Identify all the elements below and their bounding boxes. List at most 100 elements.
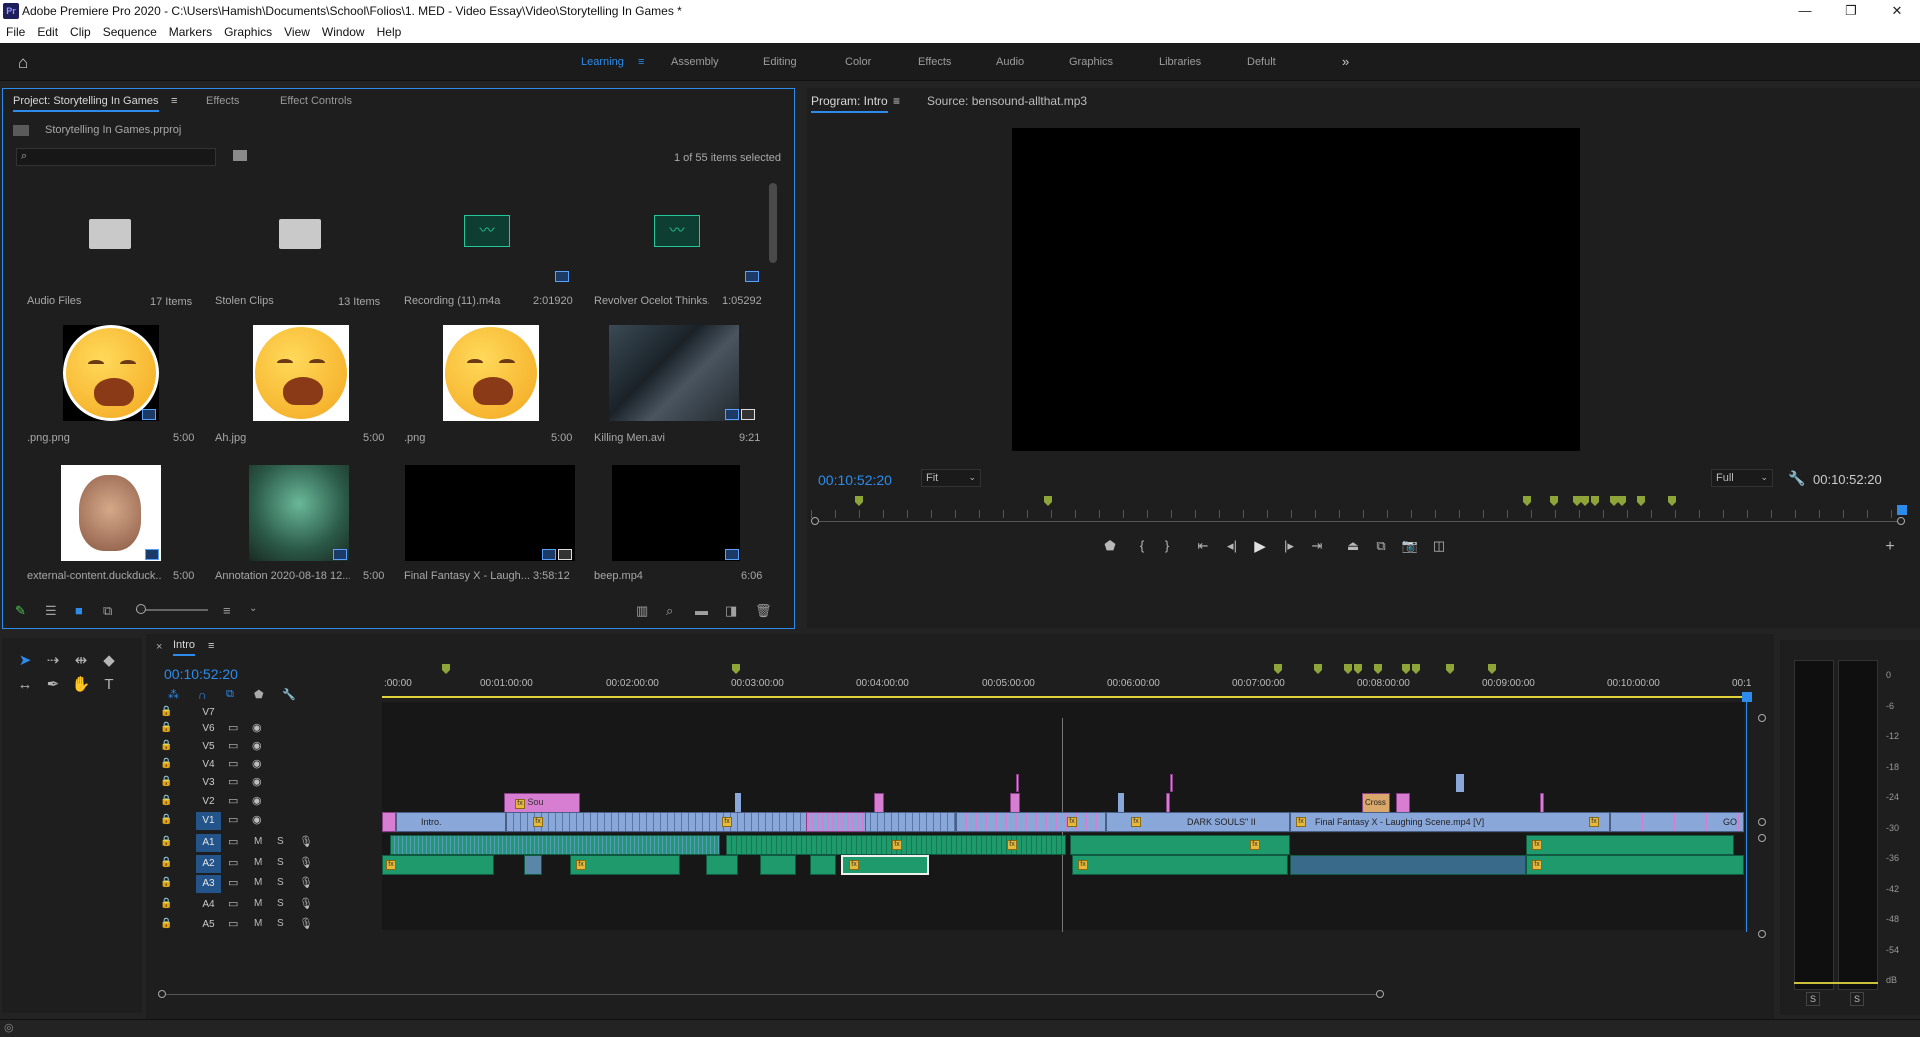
icon-view-icon[interactable]: ■	[75, 603, 83, 618]
lock-icon[interactable]: 🔒	[160, 758, 172, 769]
timeline-clip[interactable]: fx Sou	[504, 793, 580, 813]
track-label[interactable]: V5	[196, 738, 221, 756]
timeline-timecode[interactable]: 00:10:52:20	[164, 666, 238, 682]
marker[interactable]	[1274, 664, 1282, 674]
timeline-clip[interactable]	[735, 793, 741, 813]
lift-icon[interactable]: ⏏	[1342, 538, 1364, 554]
project-item[interactable]: Stolen Clips 13 Items	[207, 181, 397, 319]
workspace-graphics[interactable]: Graphics	[1069, 56, 1113, 68]
track-label[interactable]: A5	[196, 916, 221, 934]
timeline-clip[interactable]	[382, 812, 396, 832]
timeline-clip[interactable]	[1456, 774, 1464, 792]
pencil-icon[interactable]: ✎	[15, 603, 26, 619]
audio-clip[interactable]	[760, 855, 796, 875]
program-scrub-bar[interactable]	[811, 521, 1901, 522]
close-button[interactable]: ✕	[1874, 0, 1920, 22]
lock-icon[interactable]: 🔒	[160, 898, 172, 909]
solo-button[interactable]: S	[277, 898, 284, 909]
chevron-down-icon[interactable]: ⌄	[249, 603, 257, 614]
add-button-icon[interactable]: +	[1879, 538, 1901, 556]
lock-icon[interactable]: 🔒	[160, 836, 172, 847]
marker[interactable]	[1637, 496, 1645, 506]
project-item[interactable]: Annotation 2020-08-18 12... 5:00	[207, 457, 397, 595]
lock-icon[interactable]: 🔒	[160, 877, 172, 888]
lock-icon[interactable]: 🔒	[160, 740, 172, 751]
work-area-bar[interactable]	[382, 696, 1744, 698]
timeline-clip[interactable]	[1166, 793, 1170, 813]
audio-clip[interactable]	[810, 855, 836, 875]
razor-tool-icon[interactable]: ◆	[98, 650, 120, 672]
ripple-edit-tool-icon[interactable]: ⇹	[70, 650, 92, 672]
audio-clip[interactable]	[1072, 855, 1288, 875]
marker[interactable]	[1314, 664, 1322, 674]
lock-icon[interactable]: 🔒	[160, 722, 172, 733]
slip-tool-icon[interactable]: ↔	[14, 674, 36, 696]
new-item-icon[interactable]: ◨	[725, 603, 737, 619]
horizontal-zoom-bar[interactable]	[162, 994, 1382, 995]
track-label[interactable]: V2	[196, 793, 221, 811]
timeline-clip[interactable]	[874, 793, 884, 813]
sync-lock-icon[interactable]: ▭	[228, 835, 238, 848]
marker[interactable]	[1610, 496, 1618, 506]
vertical-scroll-handle[interactable]	[1758, 930, 1766, 938]
new-bin-from-search-icon[interactable]	[233, 150, 247, 161]
workspace-effects[interactable]: Effects	[918, 56, 951, 68]
menu-view[interactable]: View	[278, 22, 316, 39]
menu-file[interactable]: File	[0, 22, 31, 39]
eye-icon[interactable]: ◉	[252, 739, 262, 752]
eye-icon[interactable]: ◉	[252, 794, 262, 807]
marker[interactable]	[1581, 496, 1589, 506]
step-back-icon[interactable]: ◂|	[1221, 538, 1243, 554]
menu-edit[interactable]: Edit	[31, 22, 64, 39]
workspace-menu-icon[interactable]: ≡	[638, 56, 644, 68]
selection-tool-icon[interactable]: ➤	[14, 650, 36, 672]
project-item[interactable]: .png.png 5:00	[17, 319, 207, 457]
add-marker-icon[interactable]: ⬟	[1099, 538, 1121, 554]
step-forward-icon[interactable]: |▸	[1278, 538, 1300, 554]
timeline-clip[interactable]	[1118, 793, 1124, 813]
workspace-editing[interactable]: Editing	[763, 56, 797, 68]
microphone-icon[interactable]: 🎙	[299, 876, 313, 889]
comparison-view-icon[interactable]: ◫	[1428, 538, 1450, 554]
pen-tool-icon[interactable]: ✒	[42, 674, 64, 696]
workspace-assembly[interactable]: Assembly	[671, 56, 719, 68]
track-label[interactable]: A4	[196, 896, 221, 914]
marker[interactable]	[732, 664, 740, 674]
eye-icon[interactable]: ◉	[252, 757, 262, 770]
track-label[interactable]: V4	[196, 756, 221, 774]
menu-markers[interactable]: Markers	[163, 22, 218, 39]
zoom-end-handle[interactable]	[1376, 990, 1384, 998]
mark-out-icon[interactable]: }	[1156, 538, 1178, 553]
nest-toggle-icon[interactable]: ⁂	[168, 688, 179, 701]
tab-source[interactable]: Source: bensound-allthat.mp3	[927, 94, 1087, 108]
zoom-slider[interactable]	[136, 609, 208, 611]
timeline-clip[interactable]	[1396, 793, 1410, 813]
marker[interactable]	[855, 496, 863, 506]
close-sequence-icon[interactable]: ×	[156, 641, 162, 653]
marker[interactable]	[1668, 496, 1676, 506]
timeline-clip-intro[interactable]: Intro.	[396, 812, 506, 832]
sync-lock-icon[interactable]: ▭	[228, 917, 238, 930]
wrench-icon[interactable]: 🔧	[1788, 470, 1805, 487]
marker[interactable]	[1591, 496, 1599, 506]
mute-button[interactable]: M	[254, 857, 262, 868]
list-view-icon[interactable]: ☰	[45, 603, 57, 619]
new-bin-icon[interactable]: ▬	[695, 603, 708, 618]
linked-selection-icon[interactable]: ⧉	[226, 688, 234, 701]
solo-button[interactable]: S	[277, 857, 284, 868]
timeline-playhead[interactable]	[1742, 692, 1752, 702]
minimize-button[interactable]: —	[1782, 0, 1828, 22]
video-preview[interactable]	[1012, 128, 1580, 451]
resolution-dropdown[interactable]: Full ⌄	[1711, 469, 1773, 487]
project-item[interactable]: beep.mp4 6:06	[587, 457, 777, 595]
timeline-clip[interactable]: Cross	[1362, 793, 1390, 813]
marker[interactable]	[1446, 664, 1454, 674]
vertical-scroll-handle[interactable]	[1758, 818, 1766, 826]
menu-sequence[interactable]: Sequence	[97, 22, 163, 39]
project-search-input[interactable]: ⌕	[16, 148, 216, 166]
project-item[interactable]: Killing Men.avi 9:21	[587, 319, 777, 457]
audio-clip[interactable]	[524, 855, 542, 875]
marker[interactable]	[442, 664, 450, 674]
scrub-end-handle[interactable]	[1897, 517, 1905, 525]
lock-icon[interactable]: 🔒	[160, 857, 172, 868]
